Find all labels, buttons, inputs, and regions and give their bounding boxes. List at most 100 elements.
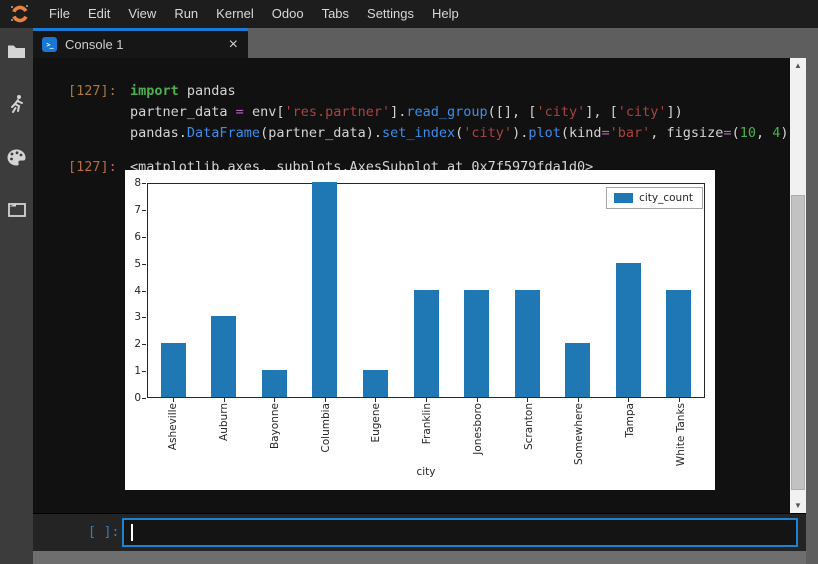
x-tick-mark: [426, 398, 427, 402]
bar-slot: [502, 184, 553, 397]
scroll-up-icon[interactable]: ▲: [790, 58, 806, 73]
y-tick-label: 7: [125, 204, 141, 216]
bar-slot: [350, 184, 401, 397]
y-tick-mark: [142, 344, 146, 345]
x-tick-label: Scranton: [503, 403, 554, 466]
menu-items: FileEditViewRunKernelOdooTabsSettingsHel…: [40, 0, 468, 28]
y-tick-label: 8: [125, 177, 141, 189]
command-palette-icon[interactable]: [6, 146, 28, 168]
x-tick-labels: AshevilleAuburnBayonneColumbiaEugeneFran…: [148, 403, 706, 466]
x-tick-mark: [173, 398, 174, 402]
tab-close-icon[interactable]: ×: [229, 38, 238, 52]
tab-bar: >_ Console 1 ×: [33, 28, 806, 58]
console-terminal-icon: >_: [42, 37, 57, 52]
running-sessions-icon[interactable]: [6, 93, 28, 115]
legend-label: city_count: [639, 192, 693, 204]
y-tick-mark: [142, 371, 146, 372]
tab-console-1[interactable]: >_ Console 1 ×: [33, 28, 248, 58]
y-tick-mark: [142, 398, 146, 399]
scroll-down-icon[interactable]: ▼: [790, 498, 806, 513]
code-cell: [127]: import pandaspartner_data = env['…: [33, 81, 790, 144]
bar-slot: [300, 184, 351, 397]
y-tick-mark: [142, 210, 146, 211]
x-axis-label: city: [147, 466, 705, 478]
y-tick-label: 3: [125, 311, 141, 323]
bar-somewhere: [565, 343, 590, 397]
bar-slot: [401, 184, 452, 397]
menu-help[interactable]: Help: [423, 0, 468, 28]
bar-slot: [653, 184, 704, 397]
bar-asheville: [161, 343, 186, 397]
x-tick-mark: [375, 398, 376, 402]
code-lines: import pandaspartner_data = env['res.par…: [130, 81, 797, 144]
shell: >_ Console 1 × [127]: import pandaspartn…: [0, 28, 818, 564]
bar-slot: [199, 184, 250, 397]
chart-legend: city_count: [606, 187, 703, 209]
x-tick-label: Columbia: [300, 403, 351, 466]
x-tick-mark: [679, 398, 680, 402]
code-input[interactable]: [122, 518, 798, 547]
open-tabs-icon[interactable]: [6, 199, 28, 221]
tab-label: Console 1: [65, 37, 221, 52]
x-tick-mark: [527, 398, 528, 402]
bar-columbia: [312, 182, 337, 397]
menu-run[interactable]: Run: [165, 0, 207, 28]
plot-area: [147, 183, 705, 398]
y-tick-mark: [142, 291, 146, 292]
x-tick-mark: [477, 398, 478, 402]
console-input-row: [ ]:: [33, 513, 806, 551]
jupyterlab-window: FileEditViewRunKernelOdooTabsSettingsHel…: [0, 0, 818, 564]
menu-settings[interactable]: Settings: [358, 0, 423, 28]
menu-bar: FileEditViewRunKernelOdooTabsSettingsHel…: [0, 0, 818, 28]
y-tick-mark: [142, 264, 146, 265]
bar-slot: [451, 184, 502, 397]
right-window-edge: [806, 28, 818, 564]
x-tick-mark: [628, 398, 629, 402]
bar-franklin: [414, 290, 439, 398]
bar-slot: [552, 184, 603, 397]
y-tick-label: 1: [125, 365, 141, 377]
bar-auburn: [211, 316, 236, 397]
bar-jonesboro: [464, 290, 489, 398]
y-tick-mark: [142, 317, 146, 318]
x-tick-label: Tampa: [605, 403, 656, 466]
scrollbar-thumb[interactable]: [791, 195, 805, 490]
x-tick-mark: [578, 398, 579, 402]
x-tick-label: Bayonne: [249, 403, 300, 466]
x-tick-label: Franklin: [402, 403, 453, 466]
input-prompt: [127]:: [68, 81, 130, 144]
x-tick-label: Asheville: [148, 403, 199, 466]
bar-tampa: [616, 263, 641, 397]
x-tick-label: Jonesboro: [452, 403, 503, 466]
bar-slot: [603, 184, 654, 397]
y-tick-label: 4: [125, 285, 141, 297]
menu-file[interactable]: File: [40, 0, 79, 28]
status-bar: [33, 551, 806, 564]
bar-bayonne: [262, 370, 287, 397]
y-tick-label: 0: [125, 392, 141, 404]
bar-white-tanks: [666, 290, 691, 398]
x-tick-label: Somewhere: [554, 403, 605, 466]
bar-slot: [249, 184, 300, 397]
legend-swatch: [614, 193, 633, 203]
menu-view[interactable]: View: [119, 0, 165, 28]
menu-tabs[interactable]: Tabs: [313, 0, 358, 28]
vertical-scrollbar[interactable]: ▲ ▼: [790, 58, 806, 513]
pending-input-prompt: [ ]:: [88, 525, 122, 540]
y-tick-mark: [142, 237, 146, 238]
menu-edit[interactable]: Edit: [79, 0, 119, 28]
y-tick-label: 6: [125, 231, 141, 243]
odoo-spinner-logo-icon: [0, 4, 40, 24]
y-tick-label: 2: [125, 338, 141, 350]
x-tick-mark: [325, 398, 326, 402]
x-tick-mark: [224, 398, 225, 402]
bar-chart-figure: AshevilleAuburnBayonneColumbiaEugeneFran…: [125, 170, 715, 490]
x-tick-label: Auburn: [199, 403, 250, 466]
x-tick-mark: [274, 398, 275, 402]
menu-kernel[interactable]: Kernel: [207, 0, 263, 28]
file-browser-folder-icon[interactable]: [6, 40, 28, 62]
output-prompt: [127]:: [68, 157, 130, 178]
y-tick-label: 5: [125, 258, 141, 270]
menu-odoo[interactable]: Odoo: [263, 0, 313, 28]
left-sidebar: [0, 28, 33, 564]
